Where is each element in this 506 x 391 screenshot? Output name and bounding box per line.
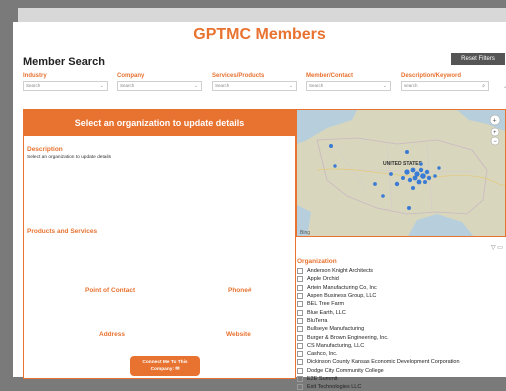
input-value: search <box>404 83 418 88</box>
organization-item[interactable]: Exit Technologies LLC <box>297 383 502 391</box>
search-icon: ⌕ <box>482 83 485 89</box>
report-title: GPTMC Members <box>193 26 326 43</box>
organization-item[interactable]: Artein Manufacturing Co, Inc <box>297 284 502 292</box>
filter-keyword: Description/Keyword search ⌕ <box>401 73 489 91</box>
checkbox[interactable] <box>297 301 303 308</box>
country-label: UNITED STATES <box>383 161 423 167</box>
organization-item[interactable]: E2E Summit <box>297 375 502 383</box>
connect-label-line1: Connect Me To This <box>142 360 188 365</box>
zoom-in-icon[interactable]: + <box>493 118 497 125</box>
organization-title: Organization <box>297 258 337 265</box>
organization-item[interactable]: BluTerra <box>297 317 502 325</box>
connect-button[interactable]: Connect Me To This Company: ✉ <box>130 356 200 376</box>
report-canvas: GPTMC Members Member Search Reset Filter… <box>13 22 506 391</box>
organization-item[interactable]: Anderson Knight Architects <box>297 267 502 275</box>
land-area <box>297 110 505 236</box>
organization-name: CS Manufacturing, LLC <box>307 342 365 349</box>
checkbox[interactable] <box>297 384 303 391</box>
member-dropdown[interactable]: Search ⌄ <box>306 81 391 91</box>
background-strip <box>18 8 506 22</box>
reset-filters-button[interactable]: Reset Filters <box>451 53 505 65</box>
plus-icon: + <box>493 130 497 136</box>
description-label: Description <box>27 146 63 153</box>
filter-label: Company <box>117 73 145 79</box>
checkbox[interactable] <box>297 367 303 374</box>
organization-item[interactable]: Apple Orchid <box>297 275 502 283</box>
organization-name: Anderson Knight Architects <box>307 268 374 275</box>
filter-industry: Industry Search ⌄ <box>23 73 108 91</box>
phone-label: Phone# <box>228 287 252 294</box>
checkbox[interactable] <box>297 351 303 358</box>
organization-name: Apple Orchid <box>307 276 339 283</box>
description-text: Select an organization to update details <box>27 155 112 160</box>
company-dropdown[interactable]: Search ⌄ <box>117 81 202 91</box>
industry-dropdown[interactable]: Search ⌄ <box>23 81 108 91</box>
keyword-search-input[interactable]: search ⌕ <box>401 81 489 91</box>
organization-name: Bullseye Manufacturing <box>307 326 365 333</box>
organization-name: Exit Technologies LLC <box>307 384 362 391</box>
organization-item[interactable]: Burger & Brown Engineering, Inc. <box>297 333 502 341</box>
filter-label: Member/Contact <box>306 73 354 79</box>
organization-item[interactable]: Blue Earth, LLC <box>297 308 502 316</box>
chevron-down-icon: ⌄ <box>288 83 293 89</box>
filter-member: Member/Contact Search ⌄ <box>306 73 391 91</box>
organization-name: Aspen Business Group, LLC <box>307 293 377 300</box>
dropdown-value: Search <box>120 83 135 88</box>
chevron-down-icon: ⌄ <box>382 83 387 89</box>
member-map[interactable]: UNITED STATES + + − Bing <box>296 109 506 237</box>
chevron-down-icon: ⌄ <box>99 83 104 89</box>
member-search-title: Member Search <box>23 56 105 68</box>
organization-name: Artein Manufacturing Co, Inc <box>307 284 377 291</box>
checkbox[interactable] <box>297 359 303 366</box>
services-dropdown[interactable]: Search ⌄ <box>212 81 297 91</box>
organization-name: Cashco, Inc. <box>307 351 338 358</box>
products-label: Products and Services <box>27 228 98 235</box>
connect-label-line2: Company: ✉ <box>150 367 180 372</box>
checkbox[interactable] <box>297 284 303 291</box>
checkbox[interactable] <box>297 334 303 341</box>
filter-label: Services/Products <box>212 73 265 79</box>
contact-label: Point of Contact <box>85 287 136 294</box>
checkbox[interactable] <box>297 268 303 275</box>
checkbox[interactable] <box>297 317 303 324</box>
dropdown-value: Search <box>26 83 41 88</box>
bing-logo: Bing <box>300 230 310 236</box>
organization-name: Blue Earth, LLC <box>307 309 346 316</box>
organization-item[interactable]: Dickinson County Kansas Economic Develop… <box>297 358 502 366</box>
checkbox[interactable] <box>297 342 303 349</box>
checkbox[interactable] <box>297 309 303 316</box>
checkbox[interactable] <box>297 326 303 333</box>
visual-controls[interactable]: ▽ ▭ <box>491 244 503 251</box>
organization-name: Dickinson County Kansas Economic Develop… <box>307 359 460 366</box>
filter-services: Services/Products Search ⌄ <box>212 73 297 91</box>
organization-item[interactable]: Bullseye Manufacturing <box>297 325 502 333</box>
map-canvas: UNITED STATES + + − Bing <box>297 110 505 236</box>
checkbox[interactable] <box>297 276 303 283</box>
address-label: Address <box>99 331 126 338</box>
organization-name: Burger & Brown Engineering, Inc. <box>307 334 389 341</box>
chevron-down-icon: ⌄ <box>193 83 198 89</box>
dropdown-value: Search <box>309 83 324 88</box>
organization-name: BluTerra <box>307 317 328 324</box>
minus-icon: − <box>493 139 497 145</box>
organization-name: Dodge City Community College <box>307 367 384 374</box>
filter-label: Industry <box>23 73 47 79</box>
organization-name: BEL Tree Farm <box>307 301 345 308</box>
organization-item[interactable]: Dodge City Community College <box>297 367 502 375</box>
website-label: Website <box>226 331 251 338</box>
organization-item[interactable]: Cashco, Inc. <box>297 350 502 358</box>
checkbox[interactable] <box>297 293 303 300</box>
dropdown-value: Search <box>215 83 230 88</box>
organization-item[interactable]: Aspen Business Group, LLC <box>297 292 502 300</box>
organization-item[interactable]: BEL Tree Farm <box>297 300 502 308</box>
filter-label: Description/Keyword <box>401 73 462 79</box>
filter-company: Company Search ⌄ <box>117 73 202 91</box>
details-panel: Select an organization to update details… <box>23 109 296 379</box>
organization-item[interactable]: CS Manufacturing, LLC <box>297 342 502 350</box>
details-header: Select an organization to update details <box>24 110 295 136</box>
organization-list: Anderson Knight Architects Apple Orchid Ar… <box>297 267 502 391</box>
